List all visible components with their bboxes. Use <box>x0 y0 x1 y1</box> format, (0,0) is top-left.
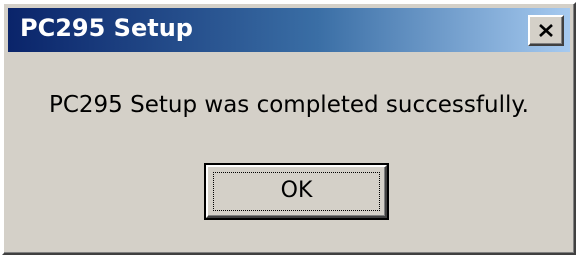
ok-button[interactable]: OK <box>204 163 389 220</box>
close-button[interactable] <box>528 15 564 46</box>
ok-button-label: OK <box>280 178 313 203</box>
setup-complete-dialog: PC295 Setup PC295 Setup was completed su… <box>2 2 576 255</box>
completion-message: PC295 Setup was completed successfully. <box>48 92 529 118</box>
title-bar[interactable]: PC295 Setup <box>8 8 570 52</box>
close-icon <box>539 24 553 37</box>
window-title: PC295 Setup <box>20 14 193 42</box>
